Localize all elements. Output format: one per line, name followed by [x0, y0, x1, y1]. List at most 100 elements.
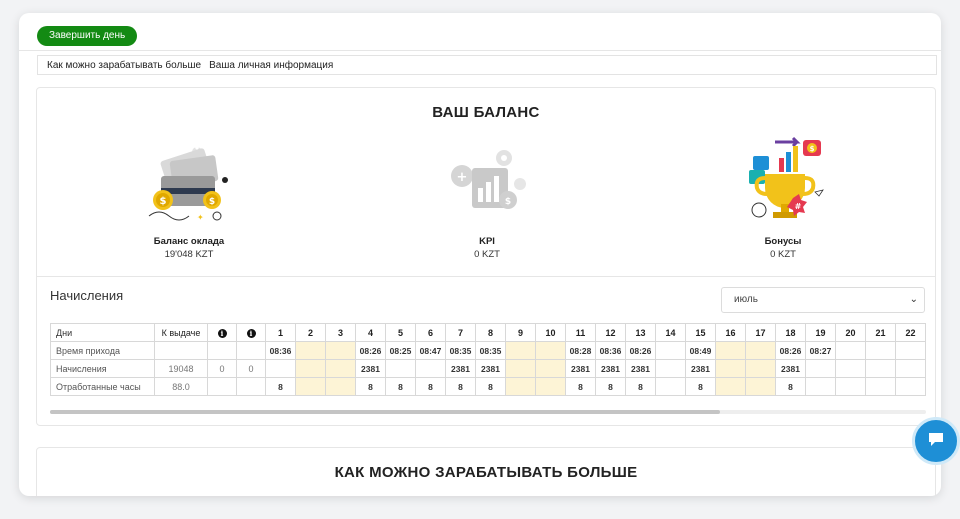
chevron-down-icon: ⌄ — [909, 294, 918, 305]
payout-cell: 88.0 — [154, 377, 208, 396]
col-header-day: 19 — [805, 323, 836, 342]
chat-bubble-icon — [927, 431, 945, 452]
col-header-day: 4 — [355, 323, 386, 342]
accruals-title: Начисления — [50, 288, 124, 303]
day-cell: 8 — [415, 377, 446, 396]
day-cell: 8 — [565, 377, 596, 396]
table-scrollbar[interactable] — [50, 410, 926, 414]
earn-more-panel: КАК МОЖНО ЗАРАБАТЫВАТЬ БОЛЬШЕ — [36, 447, 936, 496]
day-cell: 2381 — [355, 359, 386, 378]
col-header-day: 6 — [415, 323, 446, 342]
day-cell — [865, 341, 896, 360]
balance-divider — [37, 276, 935, 277]
info-icon: i — [217, 328, 227, 338]
table-header-row: Дни К выдаче i i 1 2 3 4 5 6 7 8 9 10 11 12 13 14 15 16… — [50, 323, 926, 342]
day-cell: 08:28 — [565, 341, 596, 360]
day-cell: 08:27 — [805, 341, 836, 360]
svg-text:$: $ — [505, 197, 511, 207]
day-cell: 2381 — [445, 359, 476, 378]
day-cell — [325, 359, 356, 378]
balance-kpi-name: KPI — [479, 236, 495, 247]
section-nav: Как можно зарабатывать больше Ваша лична… — [37, 55, 937, 75]
nav-link-personal-info[interactable]: Ваша личная информация — [209, 60, 333, 71]
chat-button[interactable] — [912, 417, 960, 465]
col-header-day: 1 — [265, 323, 296, 342]
day-cell: 08:26 — [355, 341, 386, 360]
balance-title: ВАШ БАЛАНС — [432, 104, 540, 121]
col-header-info-1[interactable]: i — [207, 323, 237, 342]
wallet-coins-icon: $ $ ✦ — [119, 130, 259, 226]
day-cell — [895, 377, 926, 396]
svg-text:$: $ — [160, 196, 167, 207]
day-cell — [655, 359, 686, 378]
day-cell — [835, 377, 866, 396]
col-header-day: 18 — [775, 323, 806, 342]
day-cell — [535, 341, 566, 360]
balance-salary: $ $ ✦ Баланс оклада 19'048 KZT — [119, 130, 259, 260]
col-header-day: 14 — [655, 323, 686, 342]
month-select[interactable]: июль ⌄ — [721, 287, 925, 313]
table-body: Время прихода 08:36 08:26 08:25 08:47 08:35 08… — [50, 341, 926, 396]
table-row: Начисления 19048 0 0 2381 2381 2381 2381 2381 238… — [50, 359, 926, 378]
nav-link-earn-more[interactable]: Как можно зарабатывать больше — [47, 60, 201, 71]
day-cell: 08:25 — [385, 341, 416, 360]
table-row: Отработанные часы 88.0 8 8 8 8 8 8 8 8 8 8 8 — [50, 377, 926, 396]
col-header-day: 16 — [715, 323, 746, 342]
balance-salary-value: 19'048 KZT — [164, 249, 214, 260]
col-header-info-2[interactable]: i — [236, 323, 266, 342]
info-cell-1: 0 — [207, 359, 237, 378]
day-cell: 2381 — [475, 359, 506, 378]
info-cell-2 — [236, 341, 266, 360]
day-cell — [295, 341, 326, 360]
col-header-day: 5 — [385, 323, 416, 342]
payout-cell: 19048 — [154, 359, 208, 378]
day-cell — [715, 359, 746, 378]
payout-cell — [154, 341, 208, 360]
day-cell — [865, 377, 896, 396]
day-cell: 08:47 — [415, 341, 446, 360]
col-header-day: 22 — [895, 323, 926, 342]
svg-text:$: $ — [810, 145, 815, 153]
col-header-day: 13 — [625, 323, 656, 342]
day-cell — [835, 341, 866, 360]
finish-day-button[interactable]: Завершить день — [37, 26, 138, 46]
day-cell: 8 — [385, 377, 416, 396]
col-header-day: 21 — [865, 323, 896, 342]
day-cell — [325, 341, 356, 360]
balance-salary-name: Баланс оклада — [153, 236, 225, 247]
day-cell — [655, 377, 686, 396]
day-cell: 08:26 — [775, 341, 806, 360]
day-cell: 08:35 — [445, 341, 476, 360]
day-cell — [415, 359, 446, 378]
day-cell: 2381 — [625, 359, 656, 378]
day-cell — [505, 359, 536, 378]
balance-kpi-value: 0 KZT — [474, 249, 500, 260]
col-header-day: 8 — [475, 323, 506, 342]
col-header-day: 3 — [325, 323, 356, 342]
topbar-divider — [19, 50, 941, 51]
day-cell — [835, 359, 866, 378]
day-cell: 2381 — [685, 359, 716, 378]
col-header-day: 15 — [685, 323, 716, 342]
kpi-chart-icon: + $ — [417, 130, 557, 226]
day-cell — [295, 377, 326, 396]
balance-bonus-name: Бонусы — [764, 236, 802, 247]
earn-more-title: КАК МОЖНО ЗАРАБАТЫВАТЬ БОЛЬШЕ — [334, 464, 638, 481]
day-cell — [325, 377, 356, 396]
info-cell-2 — [236, 377, 266, 396]
day-cell: 8 — [355, 377, 386, 396]
svg-text:+: + — [457, 170, 468, 185]
accruals-table-wrap[interactable]: Дни К выдаче i i 1 2 3 4 5 6 7 8 9 10 11 12 13 14 15 16… — [50, 323, 926, 399]
day-cell — [505, 341, 536, 360]
day-cell — [745, 359, 776, 378]
day-cell: 08:36 — [265, 341, 296, 360]
day-cell — [295, 359, 326, 378]
day-cell: 8 — [265, 377, 296, 396]
day-cell: 08:36 — [595, 341, 626, 360]
info-cell-2: 0 — [236, 359, 266, 378]
svg-text:#: # — [795, 202, 802, 211]
col-header-days: Дни — [50, 323, 155, 342]
col-header-day: 10 — [535, 323, 566, 342]
row-label: Отработанные часы — [50, 377, 155, 396]
table-scrollbar-thumb[interactable] — [50, 410, 720, 414]
